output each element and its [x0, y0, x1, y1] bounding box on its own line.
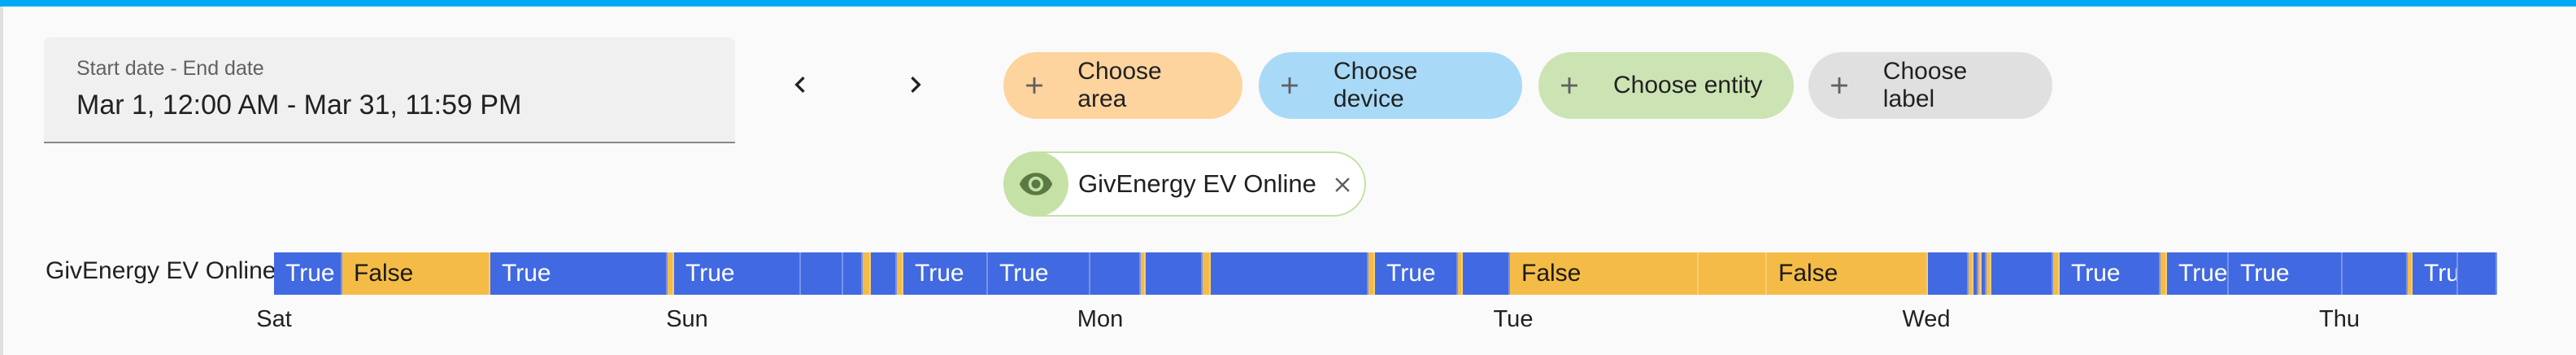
timeline-segment[interactable] [871, 252, 897, 295]
choose-device-label: Choose device [1333, 58, 1418, 112]
next-period-button[interactable] [890, 59, 942, 111]
timeline-segment[interactable]: False [342, 252, 490, 295]
timeline-segment[interactable]: True [2167, 252, 2229, 295]
timeline-segment[interactable]: True [490, 252, 668, 295]
timeline-segment[interactable]: True [2413, 252, 2458, 295]
timeline-segment-label: True [2178, 260, 2228, 287]
timeline-segment[interactable]: True [274, 252, 342, 295]
timeline-segment-label: True [2424, 260, 2456, 287]
timeline-entity-name: GivEnergy EV Online [46, 257, 276, 284]
timeline-segment[interactable] [2343, 252, 2408, 295]
timeline-segment-label: True [2071, 260, 2121, 287]
timeline-segment[interactable] [1463, 252, 1510, 295]
timeline-segment[interactable] [801, 252, 843, 295]
timeline-segment[interactable] [1368, 252, 1375, 295]
timeline-segment[interactable] [1928, 252, 1969, 295]
timeline-segment[interactable] [1146, 252, 1203, 295]
timeline-segment[interactable]: True [2060, 252, 2160, 295]
plus-icon [1823, 69, 1856, 102]
timeline-segment[interactable]: False [1767, 252, 1928, 295]
day-tick-label: Thu [2319, 306, 2360, 332]
timeline-segment[interactable] [1991, 252, 2053, 295]
choose-area-button[interactable]: Choose area [1003, 52, 1242, 119]
previous-period-button[interactable] [774, 59, 826, 111]
timeline-segment[interactable] [863, 252, 871, 295]
timeline-segment[interactable] [897, 252, 903, 295]
day-tick-label: Wed [1902, 306, 1951, 332]
timeline-segment[interactable] [2053, 252, 2060, 295]
timeline-segment[interactable] [668, 252, 674, 295]
timeline-segment-label: True [2240, 260, 2290, 287]
plus-icon [1018, 69, 1050, 102]
day-tick-label: Tue [1493, 306, 1534, 332]
timeline-segment-label: True [502, 260, 551, 287]
choose-area-label: Choose area [1077, 58, 1162, 112]
choose-entity-button[interactable]: Choose entity [1538, 52, 1794, 119]
timeline-segment[interactable] [1203, 252, 1211, 295]
plus-icon [1273, 69, 1306, 102]
choose-label-button[interactable]: Choose label [1808, 52, 2052, 119]
left-edge [0, 7, 3, 355]
timeline-segment-label: True [1386, 260, 1436, 287]
timeline-segment[interactable]: True [1375, 252, 1458, 295]
timeline-segment-label: True [999, 260, 1049, 287]
state-timeline[interactable]: True False True True True True True False False T… [274, 252, 2564, 295]
plus-icon [1553, 69, 1586, 102]
timeline-segment[interactable]: True [988, 252, 1090, 295]
date-range-picker[interactable]: Start date - End date Mar 1, 12:00 AM - … [44, 37, 735, 143]
timeline-segment-label: True [685, 260, 735, 287]
day-tick-label: Sat [256, 306, 292, 332]
day-tick-label: Mon [1077, 306, 1124, 332]
timeline-segment[interactable] [2160, 252, 2167, 295]
eye-icon [1003, 151, 1068, 217]
date-range-label: Start date - End date [76, 57, 264, 80]
timeline-segment[interactable] [2458, 252, 2497, 295]
chevron-right-icon [911, 77, 921, 93]
choose-entity-label: Choose entity [1613, 72, 1763, 99]
timeline-segment-label: False [1778, 260, 1838, 287]
top-accent-bar [0, 0, 2576, 7]
day-tick-label: Sun [666, 306, 708, 332]
timeline-segment[interactable]: True [674, 252, 801, 295]
close-icon[interactable] [1329, 171, 1356, 199]
timeline-segment[interactable]: True [2229, 252, 2343, 295]
selected-entity-label: GivEnergy EV Online [1078, 169, 1316, 198]
choose-device-button[interactable]: Choose device [1259, 52, 1522, 119]
selected-entity-chip[interactable]: GivEnergy EV Online [1003, 151, 1366, 217]
date-range-value: Mar 1, 12:00 AM - Mar 31, 11:59 PM [76, 90, 522, 121]
timeline-segment-label: False [1521, 260, 1582, 287]
timeline-segment-label: True [915, 260, 964, 287]
timeline-segment[interactable] [843, 252, 863, 295]
timeline-segment[interactable] [1211, 252, 1368, 295]
timeline-segment[interactable] [1090, 252, 1141, 295]
timeline-segment[interactable]: False [1510, 252, 1699, 295]
timeline-segment-label: False [354, 260, 414, 287]
timeline-segment-label: True [285, 260, 335, 287]
chevron-left-icon [794, 77, 805, 93]
timeline-segment[interactable] [1699, 252, 1767, 295]
choose-label-label: Choose label [1882, 58, 1968, 112]
timeline-segment[interactable]: True [903, 252, 988, 295]
